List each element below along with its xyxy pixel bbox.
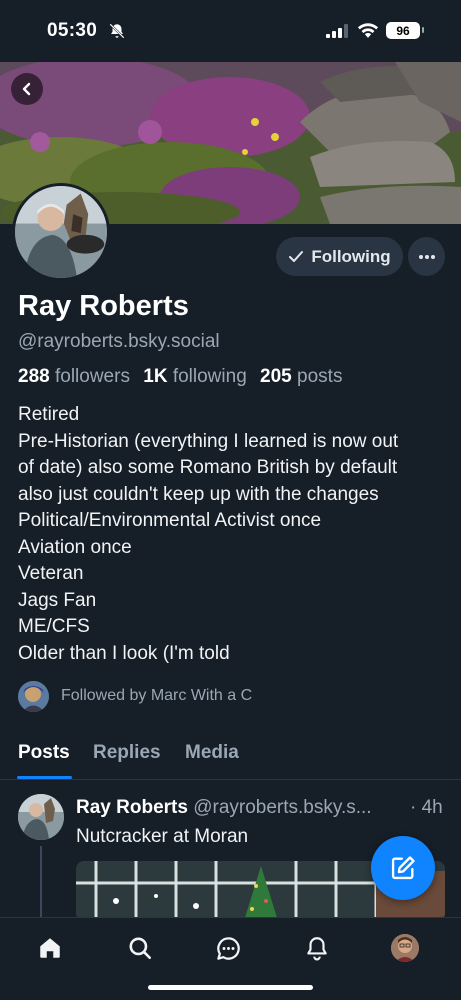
status-bar: 05:30 96: [0, 0, 461, 62]
nav-notifications[interactable]: [302, 933, 332, 963]
profile-avatar[interactable]: [12, 183, 110, 281]
chat-icon: [216, 936, 240, 960]
nav-search[interactable]: [125, 933, 155, 963]
post-author[interactable]: Ray Roberts: [76, 797, 188, 818]
posts-count: 205: [260, 366, 292, 387]
nav-profile[interactable]: [390, 933, 420, 963]
battery-icon: 96: [386, 22, 424, 39]
nav-chat[interactable]: [213, 933, 243, 963]
profile-tabs: Posts Replies Media: [0, 730, 461, 780]
nav-home[interactable]: [35, 933, 65, 963]
posts-stat: 205 posts: [260, 366, 342, 387]
bio-line: Pre-Historian (everything I learned is n…: [18, 430, 399, 452]
tab-replies[interactable]: Replies: [93, 742, 161, 764]
posts-label: posts: [297, 366, 343, 387]
compose-icon: [391, 856, 415, 880]
followers-count: 288: [18, 366, 50, 387]
wifi-icon: [357, 23, 379, 38]
bio-line: also just couldn't keep up with the chan…: [18, 483, 379, 505]
bio-line: Veteran: [18, 563, 84, 584]
home-indicator: [148, 985, 313, 990]
post-text: Nutcracker at Moran: [76, 826, 249, 847]
chevron-left-icon: [22, 82, 31, 96]
following-button-label: Following: [311, 246, 391, 266]
following-button[interactable]: Following: [276, 237, 403, 276]
compose-button[interactable]: [371, 836, 435, 900]
followed-by[interactable]: Followed by Marc With a C: [18, 680, 252, 712]
bio-line: Political/Environmental Activist once: [18, 510, 322, 531]
notifications-icon: [307, 937, 327, 961]
followers-label: followers: [54, 366, 130, 387]
followers-link[interactable]: 288 followers: [18, 366, 130, 387]
status-time: 05:30: [47, 20, 98, 41]
bio-line: Aviation once: [18, 536, 132, 558]
bell-off-icon: [109, 23, 125, 39]
check-icon: [289, 250, 304, 262]
following-label: following: [172, 366, 247, 387]
profile-bio: Retired Pre-Historian (everything I lear…: [18, 402, 448, 667]
display-name: Ray Roberts: [18, 290, 189, 322]
home-icon: [40, 938, 60, 958]
more-options-button[interactable]: [408, 237, 445, 276]
followed-by-text: Followed by Marc With a C: [61, 687, 253, 704]
back-button[interactable]: [11, 73, 43, 105]
bio-line: Older than I look (I'm told: [18, 642, 230, 664]
signal-icon: [326, 24, 348, 38]
post-header: Ray Roberts @rayroberts.bsky.s...: [76, 797, 446, 819]
post-avatar[interactable]: [18, 794, 64, 840]
post-handle: @rayroberts.bsky.s...: [193, 797, 372, 818]
avatar-image: [15, 186, 107, 278]
profile-handle: @rayroberts.bsky.social: [18, 331, 220, 352]
bio-line: ME/CFS: [18, 616, 90, 637]
search-icon: [129, 937, 152, 960]
thread-line: [40, 846, 42, 921]
following-link[interactable]: 1K following: [143, 366, 247, 387]
following-count: 1K: [143, 366, 168, 387]
bio-line: Retired: [18, 404, 80, 425]
profile-stats: 288 followers 1K following 205 posts: [18, 366, 342, 388]
profile-avatar-nav: [391, 934, 419, 962]
ellipsis-icon: [418, 254, 435, 259]
bio-line: Jags Fan: [18, 589, 97, 611]
follower-avatar: [18, 680, 49, 712]
tab-media[interactable]: Media: [185, 742, 239, 764]
tab-posts[interactable]: Posts: [18, 742, 70, 764]
post-timestamp: · 4h: [410, 797, 443, 818]
active-tab-indicator: [17, 776, 72, 779]
bio-line: of date) also some Romano British by def…: [18, 457, 398, 478]
